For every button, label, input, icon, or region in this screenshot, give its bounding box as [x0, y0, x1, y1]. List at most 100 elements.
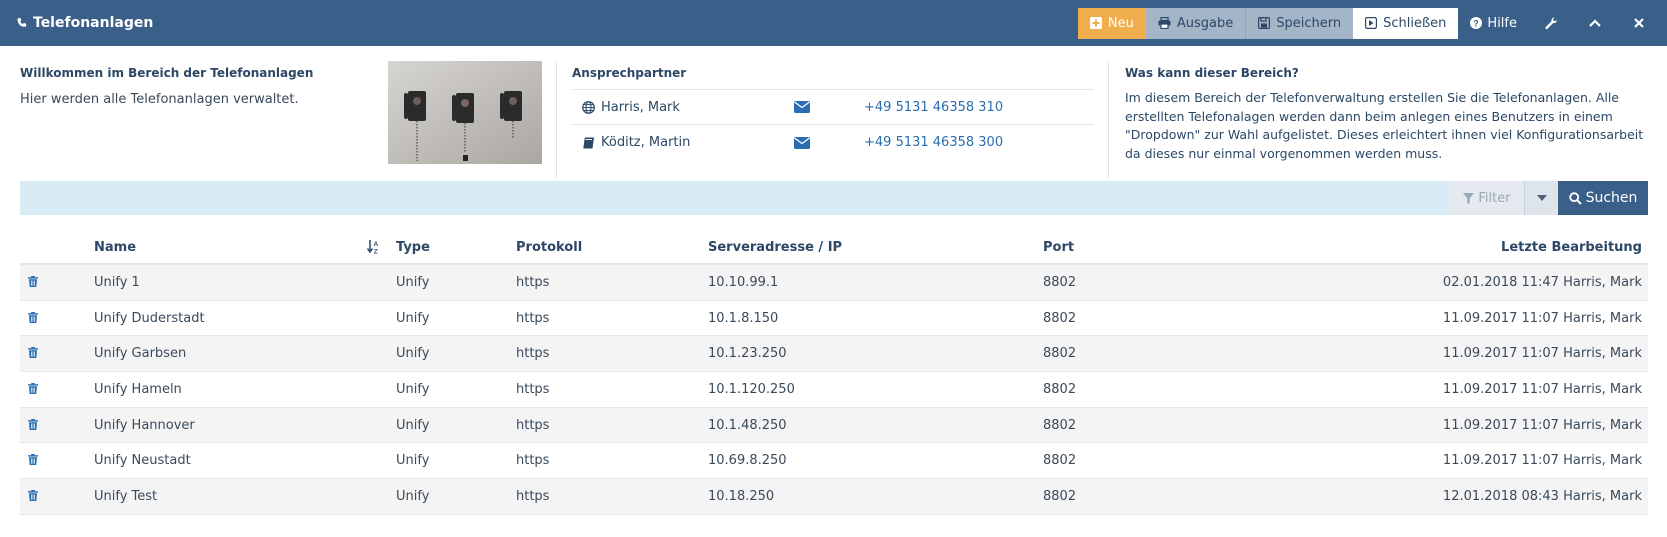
- cell-protocol: https: [516, 346, 550, 362]
- cell-last-edit: 11.09.2017 11:07 Harris, Mark: [1442, 417, 1642, 433]
- search-button[interactable]: Suchen: [1558, 181, 1648, 215]
- about-panel: Was kann dieser Bereich? Im diesem Berei…: [1125, 66, 1655, 163]
- collapse-button[interactable]: [1573, 8, 1617, 39]
- contact-row: Köditz, Martin +49 5131 46358 300: [572, 125, 1094, 160]
- trash-icon[interactable]: [28, 418, 38, 434]
- cell-server: 10.18.250: [708, 489, 775, 505]
- trash-icon[interactable]: [28, 454, 38, 469]
- table-row[interactable]: Unify Test Unify https 10.18.250 8802 12.01.2…: [20, 479, 1648, 515]
- new-button[interactable]: Neu: [1077, 7, 1146, 39]
- cell-name[interactable]: Unify Hameln: [94, 382, 182, 397]
- cell-protocol: https: [516, 453, 550, 469]
- cell-server: 10.1.8.150: [708, 310, 779, 326]
- filter-dropdown-button[interactable]: [1524, 181, 1558, 215]
- welcome-text: Hier werden alle Telefonanlagen verwalte…: [20, 92, 299, 107]
- help-button[interactable]: ? Hilfe: [1458, 8, 1529, 39]
- cell-last-edit: 11.09.2017 11:07 Harris, Mark: [1442, 453, 1642, 469]
- cell-server: 10.1.48.250: [708, 417, 787, 433]
- about-title: Was kann dieser Bereich?: [1125, 66, 1299, 80]
- trash-icon[interactable]: [28, 383, 38, 398]
- envelope-icon: [794, 136, 810, 149]
- column-header-port[interactable]: Port: [1043, 240, 1074, 255]
- search-button-label: Suchen: [1585, 190, 1638, 206]
- cell-port: 8802: [1043, 453, 1077, 469]
- filter-button[interactable]: Filter: [1450, 181, 1524, 215]
- cell-type: Unify: [396, 346, 430, 362]
- globe-icon: [582, 100, 595, 114]
- help-button-label: Hilfe: [1487, 15, 1517, 31]
- trash-icon[interactable]: [28, 347, 38, 362]
- cell-port: 8802: [1043, 489, 1077, 505]
- app-title-text: Telefonanlagen: [33, 15, 154, 31]
- trash-icon[interactable]: [28, 311, 38, 327]
- cell-name[interactable]: Unify Test: [94, 489, 157, 504]
- contact-row: Harris, Mark +49 5131 46358 310: [572, 90, 1094, 125]
- column-header-type[interactable]: Type: [396, 240, 430, 255]
- contact-name-text: Harris, Mark: [601, 99, 680, 115]
- print-icon: [1158, 17, 1171, 29]
- column-header-last-edit[interactable]: Letzte Bearbeitung: [1501, 240, 1642, 255]
- email-button[interactable]: [794, 136, 864, 149]
- save-button[interactable]: Speichern: [1245, 7, 1354, 39]
- table-row[interactable]: Unify Garbsen Unify https 10.1.23.250 8802 11…: [20, 336, 1648, 373]
- new-button-label: Neu: [1107, 15, 1134, 31]
- wrench-icon: [1544, 16, 1557, 29]
- column-header-protocol[interactable]: Protokoll: [516, 240, 582, 255]
- cell-port: 8802: [1043, 275, 1077, 290]
- trash-icon[interactable]: [28, 490, 38, 505]
- column-header-server[interactable]: Serveradresse / IP: [708, 240, 842, 255]
- svg-text:A: A: [374, 241, 379, 248]
- floppy-icon: [1258, 17, 1271, 29]
- cell-server: 10.1.23.250: [708, 346, 787, 362]
- contact-name[interactable]: Köditz, Martin: [572, 135, 794, 150]
- close-square-icon: [1365, 17, 1378, 29]
- output-button-label: Ausgabe: [1176, 15, 1234, 31]
- table-row[interactable]: Unify Duderstadt Unify https 10.1.8.150 8802…: [20, 301, 1648, 337]
- filter-button-label: Filter: [1478, 190, 1511, 206]
- cell-name[interactable]: Unify Garbsen: [94, 346, 186, 361]
- cell-port: 8802: [1043, 310, 1077, 326]
- cell-type: Unify: [396, 453, 430, 469]
- chevron-up-icon: [1589, 19, 1601, 27]
- cell-name[interactable]: Unify Hannover: [94, 418, 195, 433]
- sort-alpha-down-icon[interactable]: A Z: [366, 240, 380, 258]
- cell-port: 8802: [1043, 346, 1077, 362]
- phone-icon: [17, 18, 27, 27]
- cell-last-edit: 11.09.2017 11:07 Harris, Mark: [1442, 346, 1642, 362]
- contact-name[interactable]: Harris, Mark: [572, 100, 794, 115]
- dismiss-button[interactable]: [1617, 8, 1661, 39]
- column-header-name[interactable]: Name: [94, 240, 136, 255]
- cell-name[interactable]: Unify 1: [94, 275, 140, 290]
- cell-name[interactable]: Unify Neustadt: [94, 453, 191, 468]
- cell-protocol: https: [516, 382, 550, 398]
- search-icon: [1568, 191, 1582, 205]
- table-row[interactable]: Unify Neustadt Unify https 10.69.8.250 8802 1…: [20, 443, 1648, 480]
- close-button[interactable]: Schließen: [1353, 7, 1459, 39]
- app-title: Telefonanlagen: [0, 15, 1078, 31]
- contacts-panel: Ansprechpartner Harris, Mark +49 5131 46…: [572, 66, 1094, 160]
- trash-icon[interactable]: [28, 276, 38, 291]
- cell-port: 8802: [1043, 417, 1077, 433]
- settings-button[interactable]: [1529, 8, 1573, 39]
- contact-phone[interactable]: +49 5131 46358 310: [864, 100, 1003, 115]
- telephones-image: [388, 61, 542, 164]
- table-row[interactable]: Unify 1 Unify https 10.10.99.1 8802 02.01.201…: [20, 265, 1648, 301]
- info-panel: Willkommen im Bereich der Telefonanlagen…: [0, 46, 1667, 181]
- table-row[interactable]: Unify Hameln Unify https 10.1.120.250 8802 11…: [20, 372, 1648, 408]
- save-button-label: Speichern: [1276, 15, 1342, 31]
- book-icon: [582, 136, 594, 149]
- cell-protocol: https: [516, 417, 550, 433]
- header-bar: Telefonanlagen Neu Ausgabe Speichern Sch…: [0, 0, 1667, 46]
- table-row[interactable]: Unify Hannover Unify https 10.1.48.250 8802 1…: [20, 407, 1648, 444]
- question-circle-icon: ?: [1470, 17, 1483, 29]
- output-button[interactable]: Ausgabe: [1145, 7, 1246, 39]
- email-button[interactable]: [794, 101, 864, 113]
- cell-protocol: https: [516, 275, 550, 290]
- funnel-icon: [1463, 192, 1475, 204]
- table-header: Name A Z Type Protokoll Serveradresse / …: [20, 230, 1648, 265]
- cell-name[interactable]: Unify Duderstadt: [94, 311, 205, 326]
- contact-phone[interactable]: +49 5131 46358 300: [864, 135, 1003, 150]
- cell-last-edit: 11.09.2017 11:07 Harris, Mark: [1442, 310, 1642, 326]
- cell-protocol: https: [516, 310, 550, 326]
- contacts-title: Ansprechpartner: [572, 66, 1094, 90]
